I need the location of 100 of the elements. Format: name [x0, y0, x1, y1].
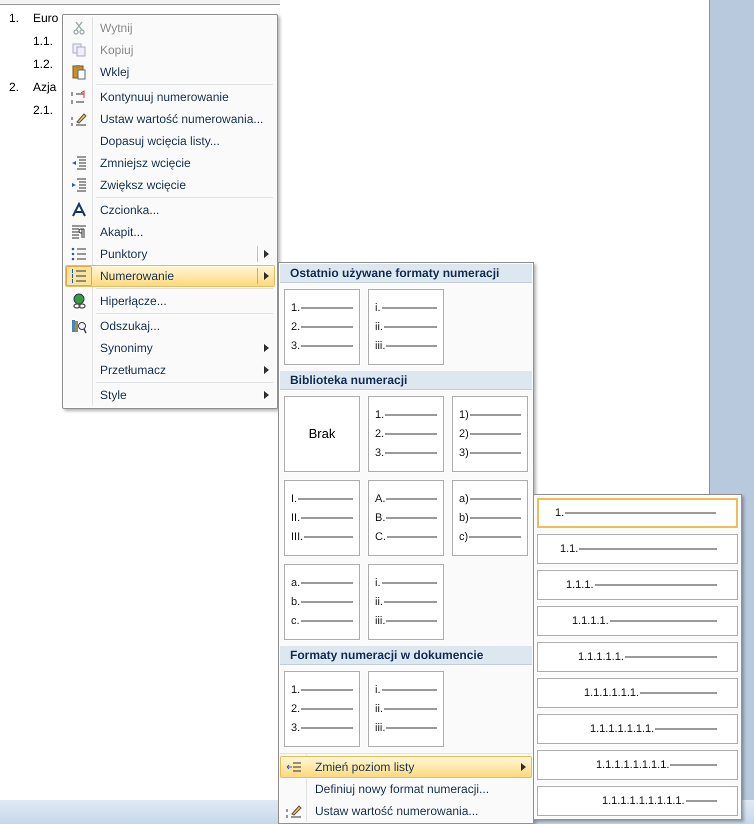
- number-marker: i.: [375, 302, 380, 314]
- submenu-arrow-icon: [264, 344, 268, 352]
- menu-item[interactable]: Zwiększ wcięcie: [65, 174, 275, 196]
- numbering-format-tile[interactable]: i. ii. iii.: [368, 289, 444, 365]
- number-marker: iii.: [375, 614, 386, 628]
- number-marker: ii.: [375, 702, 383, 716]
- list-number: 2.1.: [33, 102, 54, 118]
- number-marker: b.: [291, 596, 300, 608]
- list-level-option[interactable]: 1.1.1.: [537, 570, 738, 600]
- list-number: 1.: [9, 10, 20, 26]
- list-level-option[interactable]: 1.: [537, 498, 738, 528]
- number-marker: 1.: [291, 302, 300, 314]
- numbering-format-tile[interactable]: i. ii. iii.: [368, 564, 444, 640]
- number-marker: A.: [375, 492, 386, 506]
- pencil-list-icon: [71, 111, 87, 127]
- number-marker: 1): [459, 408, 469, 422]
- menu-item[interactable]: Czcionka...: [65, 199, 275, 221]
- list-level-option[interactable]: 1.1.1.1.: [537, 606, 738, 636]
- menu-item[interactable]: Hiperłącze...: [65, 290, 275, 312]
- number-marker: II.: [291, 512, 300, 524]
- number-marker: 3.: [291, 722, 300, 734]
- book-magnifier-icon: [71, 318, 87, 334]
- number-marker: III.: [291, 530, 304, 544]
- list-number: 2.: [9, 78, 20, 96]
- number-marker: 2): [459, 428, 469, 440]
- number-marker: c.: [291, 614, 300, 628]
- number-marker: iii.: [375, 722, 386, 734]
- increase-indent-icon: [71, 177, 87, 193]
- numbered-list-arrow-icon: [71, 89, 87, 105]
- list-number: 1.1.: [33, 32, 54, 50]
- numbering-format-tile[interactable]: 1) 2) 3): [452, 396, 528, 472]
- submenu-arrow-icon: [264, 250, 268, 258]
- number-marker: 3.: [291, 340, 300, 352]
- numbering-format-tile[interactable]: 1. 2. 3.: [368, 396, 444, 472]
- submenu-arrow-icon: [264, 391, 268, 399]
- numbering-none-tile[interactable]: Brak: [284, 396, 360, 472]
- section-header: Ostatnio używane formaty numeracji: [280, 264, 532, 283]
- menu-item[interactable]: Dopasuj wcięcia listy...: [65, 130, 275, 152]
- number-marker: i.: [375, 576, 380, 590]
- numbering-format-tile[interactable]: i. ii. iii.: [368, 671, 444, 747]
- menu-item[interactable]: Punktory: [65, 243, 275, 265]
- submenu-arrow-icon: [520, 763, 526, 771]
- list-text: Euro: [33, 10, 58, 26]
- list-level-option[interactable]: 1.1.: [537, 534, 738, 564]
- number-marker: ii.: [375, 596, 383, 608]
- menu-item[interactable]: Przetłumacz: [65, 359, 275, 381]
- font-icon: [71, 202, 87, 218]
- menu-item[interactable]: Numerowanie: [65, 265, 275, 287]
- numbering-format-tile[interactable]: a) b) c): [452, 480, 528, 556]
- number-marker: i.: [375, 684, 380, 696]
- number-marker: a.: [291, 576, 300, 590]
- number-marker: c): [459, 530, 468, 544]
- menu-item[interactable]: Ustaw wartość numerowania...: [280, 800, 532, 822]
- menu-item[interactable]: Definiuj nowy format numeracji...: [280, 778, 532, 800]
- number-marker: 1.: [291, 684, 300, 696]
- numbering-format-tile[interactable]: 1. 2. 3.: [284, 289, 360, 365]
- numbering-format-tile[interactable]: a. b. c.: [284, 564, 360, 640]
- number-marker: iii.: [375, 340, 386, 352]
- menu-item[interactable]: Zmniejsz wcięcie: [65, 152, 275, 174]
- list-level-option[interactable]: 1.1.1.1.1.1.1.: [537, 714, 738, 744]
- number-marker: 3): [459, 446, 469, 460]
- list-level-option[interactable]: 1.1.1.1.1.1.1.1.1.: [537, 786, 738, 816]
- submenu-arrow-icon: [264, 366, 268, 374]
- menu-item[interactable]: Zmień poziom listy: [280, 756, 532, 778]
- list-text: Azja: [33, 78, 56, 96]
- list-level-option[interactable]: 1.1.1.1.1.: [537, 642, 738, 672]
- copy-icon: [71, 42, 87, 58]
- number-marker: a): [459, 492, 469, 506]
- numbering-format-tile[interactable]: 1. 2. 3.: [284, 671, 360, 747]
- paragraph-icon: [71, 224, 87, 240]
- list-level-option[interactable]: 1.1.1.1.1.1.: [537, 678, 738, 708]
- numbering-format-tile[interactable]: I. II. III.: [284, 480, 360, 556]
- number-marker: 3.: [375, 446, 384, 460]
- number-marker: C.: [375, 530, 386, 544]
- bulleted-list-icon: [71, 246, 87, 262]
- list-level-option[interactable]: 1.1.1.1.1.1.1.1.: [537, 750, 738, 780]
- number-marker: 2.: [291, 320, 300, 334]
- submenu-arrow-icon: [264, 272, 268, 280]
- pencil-list-icon: [286, 803, 302, 819]
- numbering-format-tile[interactable]: A. B. C.: [368, 480, 444, 556]
- scissors-icon: [71, 20, 87, 36]
- number-marker: I.: [291, 492, 298, 506]
- section-header: Biblioteka numeracji: [280, 371, 532, 390]
- menu-item[interactable]: Wklej: [65, 61, 275, 83]
- menu-item[interactable]: Kontynuuj numerowanie: [65, 86, 275, 108]
- globe-link-icon: [71, 293, 87, 309]
- decrease-indent-icon: [71, 155, 87, 171]
- number-marker: b): [459, 512, 469, 524]
- number-marker: 2.: [291, 702, 300, 716]
- menu-item[interactable]: Akapit...: [65, 221, 275, 243]
- menu-item[interactable]: Ustaw wartość numerowania...: [65, 108, 275, 130]
- menu-item[interactable]: Odszukaj...: [65, 315, 275, 337]
- menu-item[interactable]: Style: [65, 384, 275, 406]
- number-marker: 2.: [375, 428, 384, 440]
- menu-item[interactable]: Synonimy: [65, 337, 275, 359]
- section-header: Formaty numeracji w dokumencie: [280, 646, 532, 665]
- number-marker: B.: [375, 512, 386, 524]
- number-marker: 1.: [375, 408, 384, 422]
- clipboard-icon: [71, 64, 87, 80]
- numbered-list-icon: [71, 268, 87, 284]
